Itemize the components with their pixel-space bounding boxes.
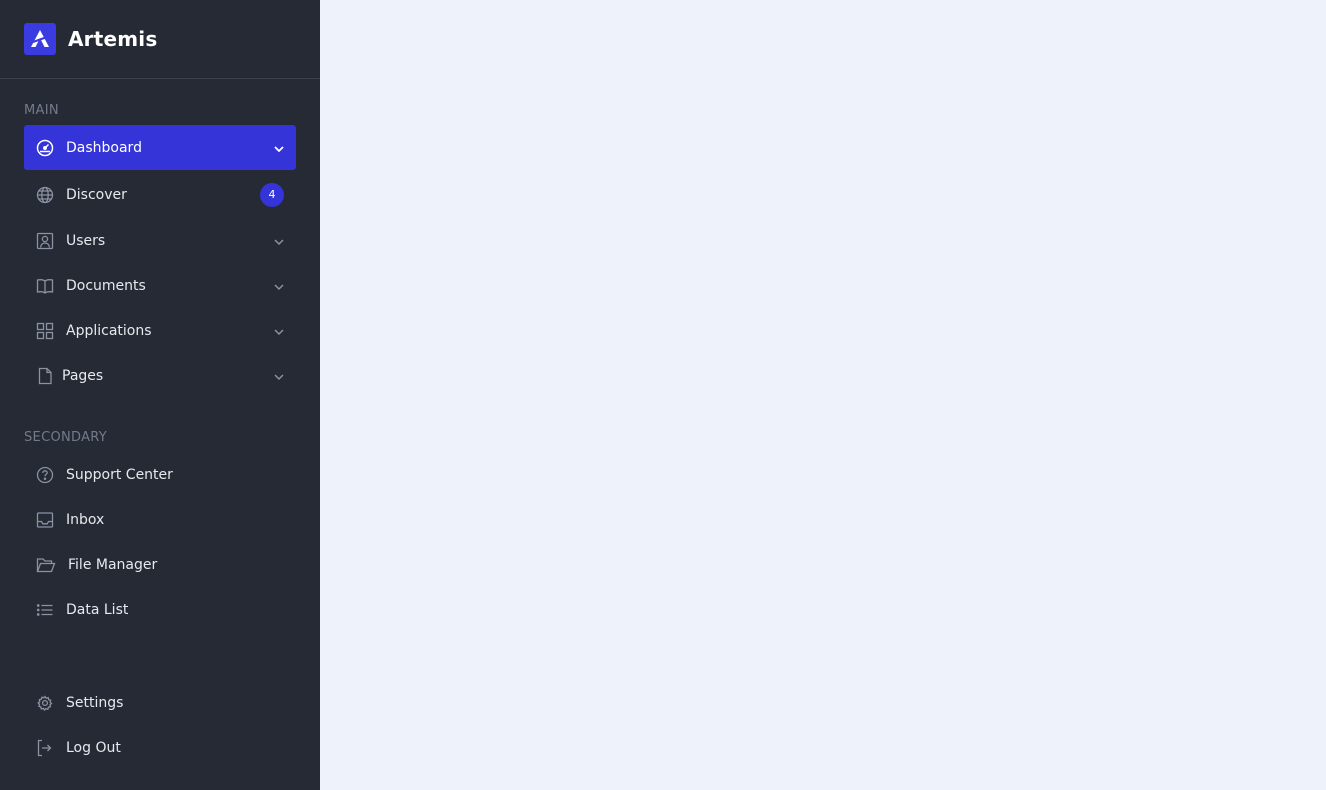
folder-open-icon — [36, 556, 56, 574]
sidebar-item-documents[interactable]: Documents — [24, 263, 296, 308]
sidebar-item-dashboard[interactable]: Dashboard — [24, 125, 296, 170]
sidebar-item-label: Inbox — [66, 511, 105, 528]
notification-badge: 4 — [260, 182, 284, 207]
dashboard-gauge-icon — [36, 139, 54, 157]
sidebar-item-users[interactable]: Users — [24, 218, 296, 263]
artemis-logo-icon[interactable] — [24, 23, 56, 55]
book-icon — [36, 277, 54, 295]
logout-icon — [36, 739, 54, 757]
list-icon — [36, 601, 54, 619]
inbox-icon — [36, 511, 54, 529]
sidebar-item-inbox[interactable]: Inbox — [24, 497, 296, 542]
sidebar-item-label: File Manager — [68, 556, 158, 573]
sidebar-item-label: Users — [66, 232, 106, 249]
grid-icon — [36, 322, 54, 340]
sidebar-item-pages[interactable]: Pages — [24, 353, 296, 398]
section-label-main: MAIN — [24, 103, 59, 118]
sidebar: Artemis MAIN Dashboard Discover 4 Users … — [0, 0, 320, 790]
sidebar-item-label: Settings — [66, 694, 124, 711]
sidebar-item-support-center[interactable]: Support Center — [24, 452, 296, 497]
sidebar-item-discover[interactable]: Discover 4 — [24, 172, 296, 217]
help-circle-icon — [36, 466, 54, 484]
chevron-down-icon — [272, 235, 286, 249]
brand-header: Artemis — [0, 0, 320, 79]
sidebar-item-label: Data List — [66, 601, 129, 618]
chevron-down-icon — [272, 325, 286, 339]
sidebar-item-label: Log Out — [66, 739, 121, 756]
sidebar-item-applications[interactable]: Applications — [24, 308, 296, 353]
sidebar-item-label: Pages — [62, 367, 104, 384]
user-icon — [36, 232, 54, 250]
chevron-down-icon — [272, 280, 286, 294]
section-label-secondary: SECONDARY — [24, 430, 108, 445]
sidebar-item-label: Support Center — [66, 466, 173, 483]
sidebar-item-label: Documents — [66, 277, 146, 294]
gear-icon — [36, 694, 54, 712]
sidebar-item-file-manager[interactable]: File Manager — [24, 542, 296, 587]
sidebar-item-logout[interactable]: Log Out — [24, 725, 296, 770]
sidebar-item-settings[interactable]: Settings — [24, 680, 296, 725]
file-icon — [36, 367, 54, 385]
brand-name[interactable]: Artemis — [68, 27, 157, 51]
sidebar-item-label: Discover — [66, 186, 127, 203]
sidebar-item-label: Dashboard — [66, 139, 142, 156]
chevron-down-icon — [272, 142, 286, 156]
chevron-down-icon — [272, 370, 286, 384]
main-content-area — [320, 0, 1326, 790]
sidebar-item-data-list[interactable]: Data List — [24, 587, 296, 632]
sidebar-item-label: Applications — [66, 322, 152, 339]
globe-icon — [36, 186, 54, 204]
